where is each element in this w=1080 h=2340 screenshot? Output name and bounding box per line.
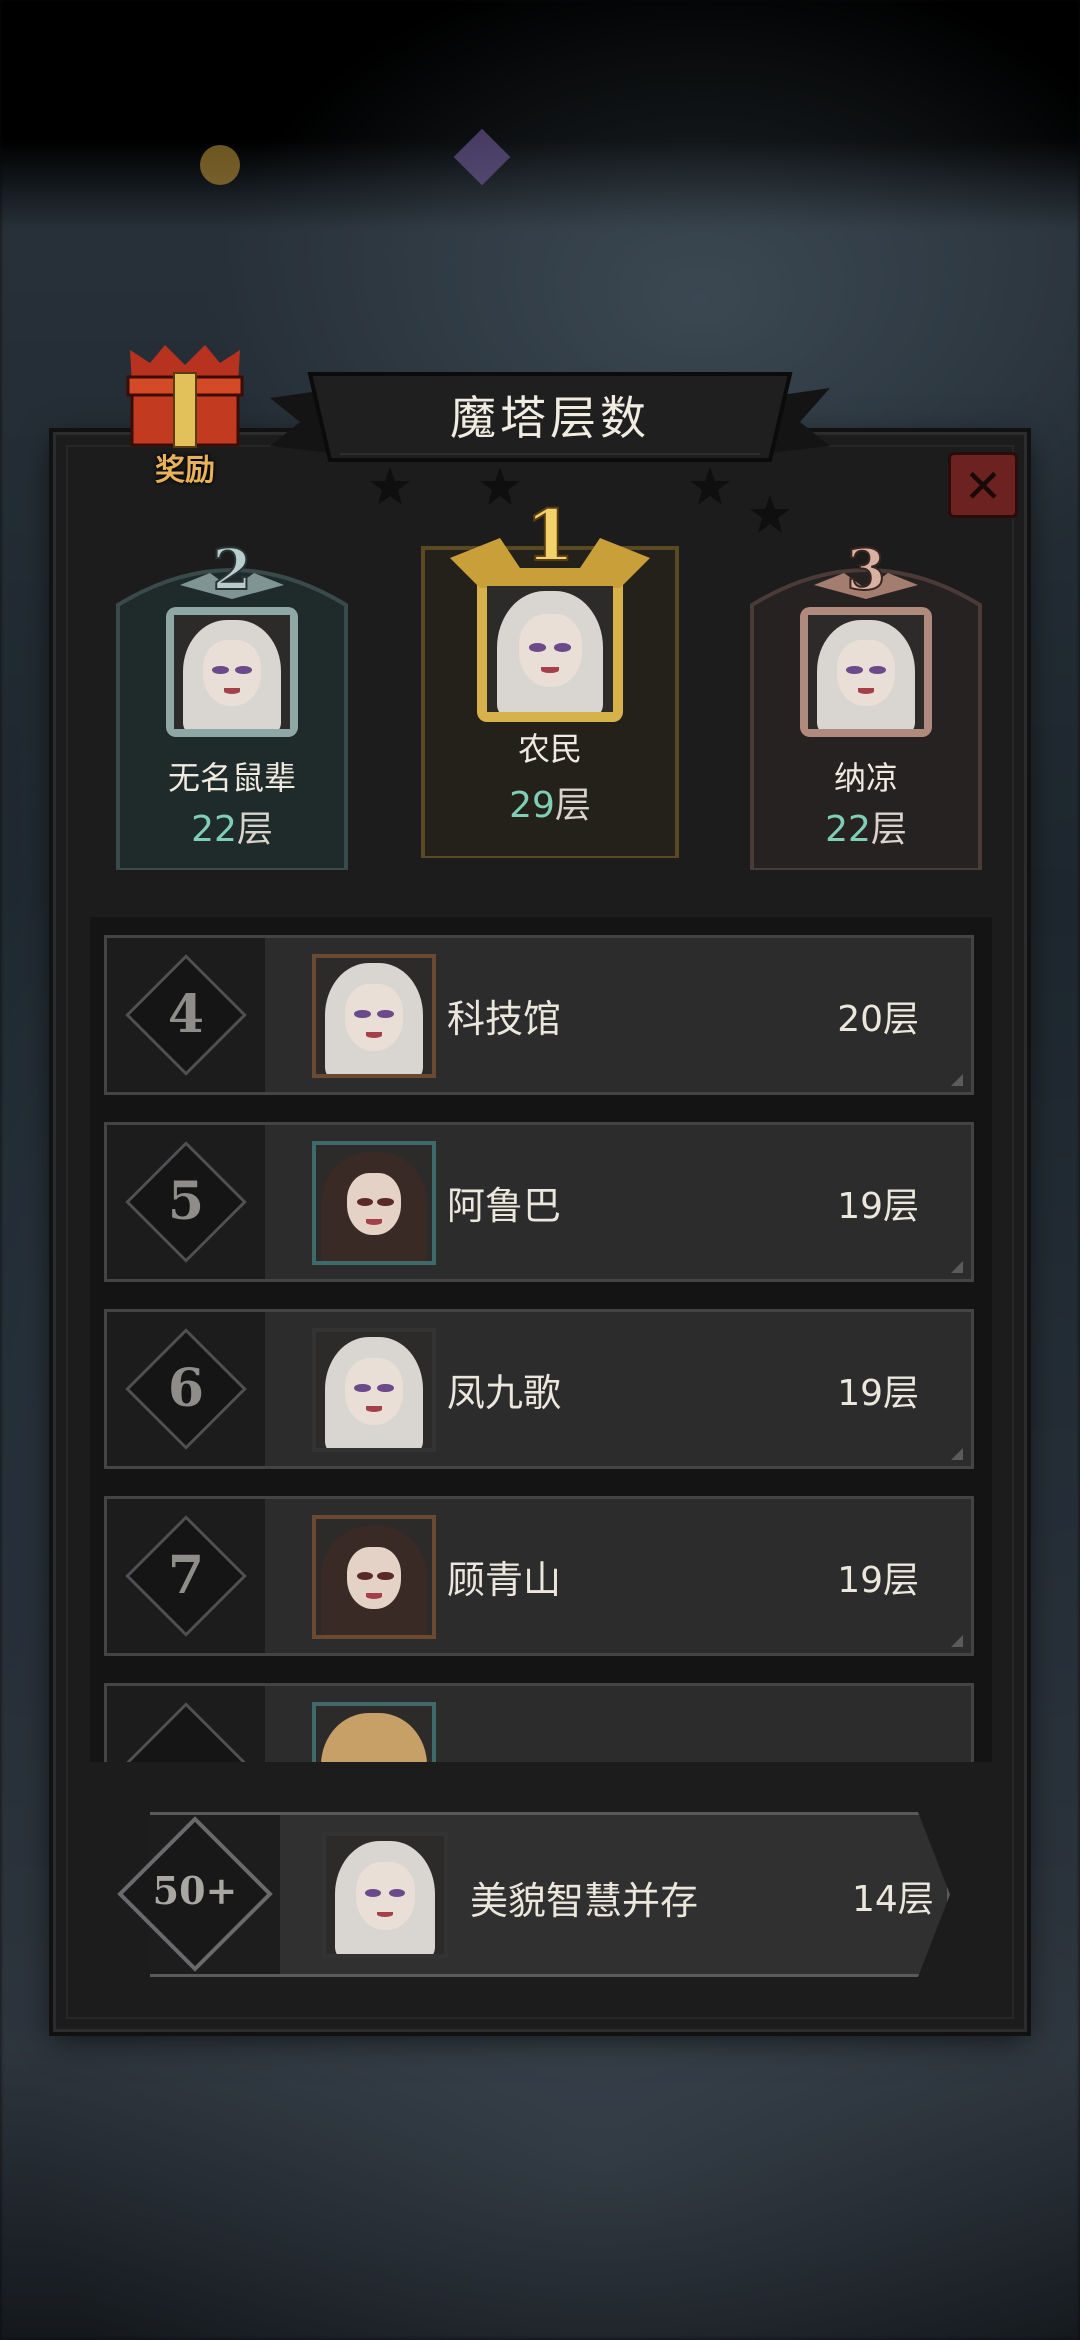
rank-cell: 7 <box>107 1499 265 1653</box>
podium-score: 22层 <box>825 809 907 850</box>
top-hud <box>0 95 1080 186</box>
close-icon: ✕ <box>963 459 1003 513</box>
podium-name: 纳凉 <box>833 759 898 797</box>
podium-third[interactable]: 3 纳凉 22层 <box>742 545 990 870</box>
rank-2-badge: 2 <box>180 545 284 601</box>
player-name: 科技馆 <box>447 997 562 1041</box>
avatar <box>312 1515 436 1639</box>
podium-rank: 3 <box>847 545 886 601</box>
avatar <box>312 954 436 1078</box>
ranking-row-partial[interactable] <box>104 1683 974 1762</box>
my-score: 14层 <box>852 1879 934 1920</box>
player-name: 顾青山 <box>447 1558 562 1602</box>
podium-second[interactable]: 2 无名鼠辈 22层 <box>108 545 356 870</box>
player-name: 凤九歌 <box>447 1371 562 1415</box>
avatar <box>174 615 290 729</box>
rank-cell: 6 <box>107 1312 265 1466</box>
podium-rank: 1 <box>526 494 575 577</box>
leaderboard-title: 魔塔层数 <box>450 391 650 445</box>
podium-score: 22层 <box>191 809 273 850</box>
rank-number: 7 <box>167 1545 205 1606</box>
gold-coin-icon <box>200 145 240 185</box>
ranking-row[interactable]: 6 凤九歌 19层 <box>104 1309 974 1469</box>
player-score: 19层 <box>837 1560 919 1601</box>
my-rank-row[interactable]: 50+ 美貌智慧并存 14层 <box>100 1812 970 1977</box>
rank-number: 4 <box>167 984 205 1045</box>
player-score: 20层 <box>837 999 919 1040</box>
my-rank-number: 50+ <box>152 1868 238 1913</box>
rank-cell <box>107 1686 265 1762</box>
ranking-row[interactable]: 5 阿鲁巴 19层 <box>104 1122 974 1282</box>
ranking-row[interactable]: 4 科技馆 20层 <box>104 935 974 1095</box>
avatar <box>312 1328 436 1452</box>
gem-icon <box>453 128 511 186</box>
close-button[interactable]: ✕ <box>948 452 1018 518</box>
rank-1-crown: 1 <box>450 493 650 588</box>
avatar <box>808 615 924 729</box>
reward-label: 奖励 <box>155 453 215 488</box>
podium-score: 29层 <box>509 785 591 826</box>
row-corner-decor <box>951 1448 963 1460</box>
rank-number: 6 <box>167 1358 205 1419</box>
podium-name: 无名鼠辈 <box>167 759 296 797</box>
row-corner-decor <box>951 1635 963 1647</box>
my-name: 美貌智慧并存 <box>470 1879 699 1923</box>
player-score: 19层 <box>837 1373 919 1414</box>
ranking-list[interactable]: 4 科技馆 20层 5 阿鲁巴 19层 6 凤九歌 19层 7 顾青山 19层 <box>90 917 992 1762</box>
podium-first[interactable]: 1 农民 29层 <box>415 488 685 858</box>
reward-button[interactable]: 奖励 <box>110 345 260 488</box>
row-corner-decor <box>951 1074 963 1086</box>
rank-3-badge: 3 <box>814 545 918 601</box>
podium-rank: 2 <box>213 545 252 601</box>
podium-name: 农民 <box>517 730 582 768</box>
gift-icon <box>126 345 244 448</box>
player-score: 19层 <box>837 1186 919 1227</box>
rank-cell: 5 <box>107 1125 265 1279</box>
avatar <box>312 1141 436 1265</box>
avatar <box>312 1702 436 1762</box>
rank-number: 5 <box>167 1171 205 1232</box>
my-avatar <box>322 1832 448 1958</box>
player-name: 阿鲁巴 <box>447 1184 562 1228</box>
rank-cell: 4 <box>107 938 265 1092</box>
row-corner-decor <box>951 1261 963 1273</box>
rank-diamond <box>125 1702 247 1762</box>
ranking-row[interactable]: 7 顾青山 19层 <box>104 1496 974 1656</box>
avatar <box>487 586 613 712</box>
